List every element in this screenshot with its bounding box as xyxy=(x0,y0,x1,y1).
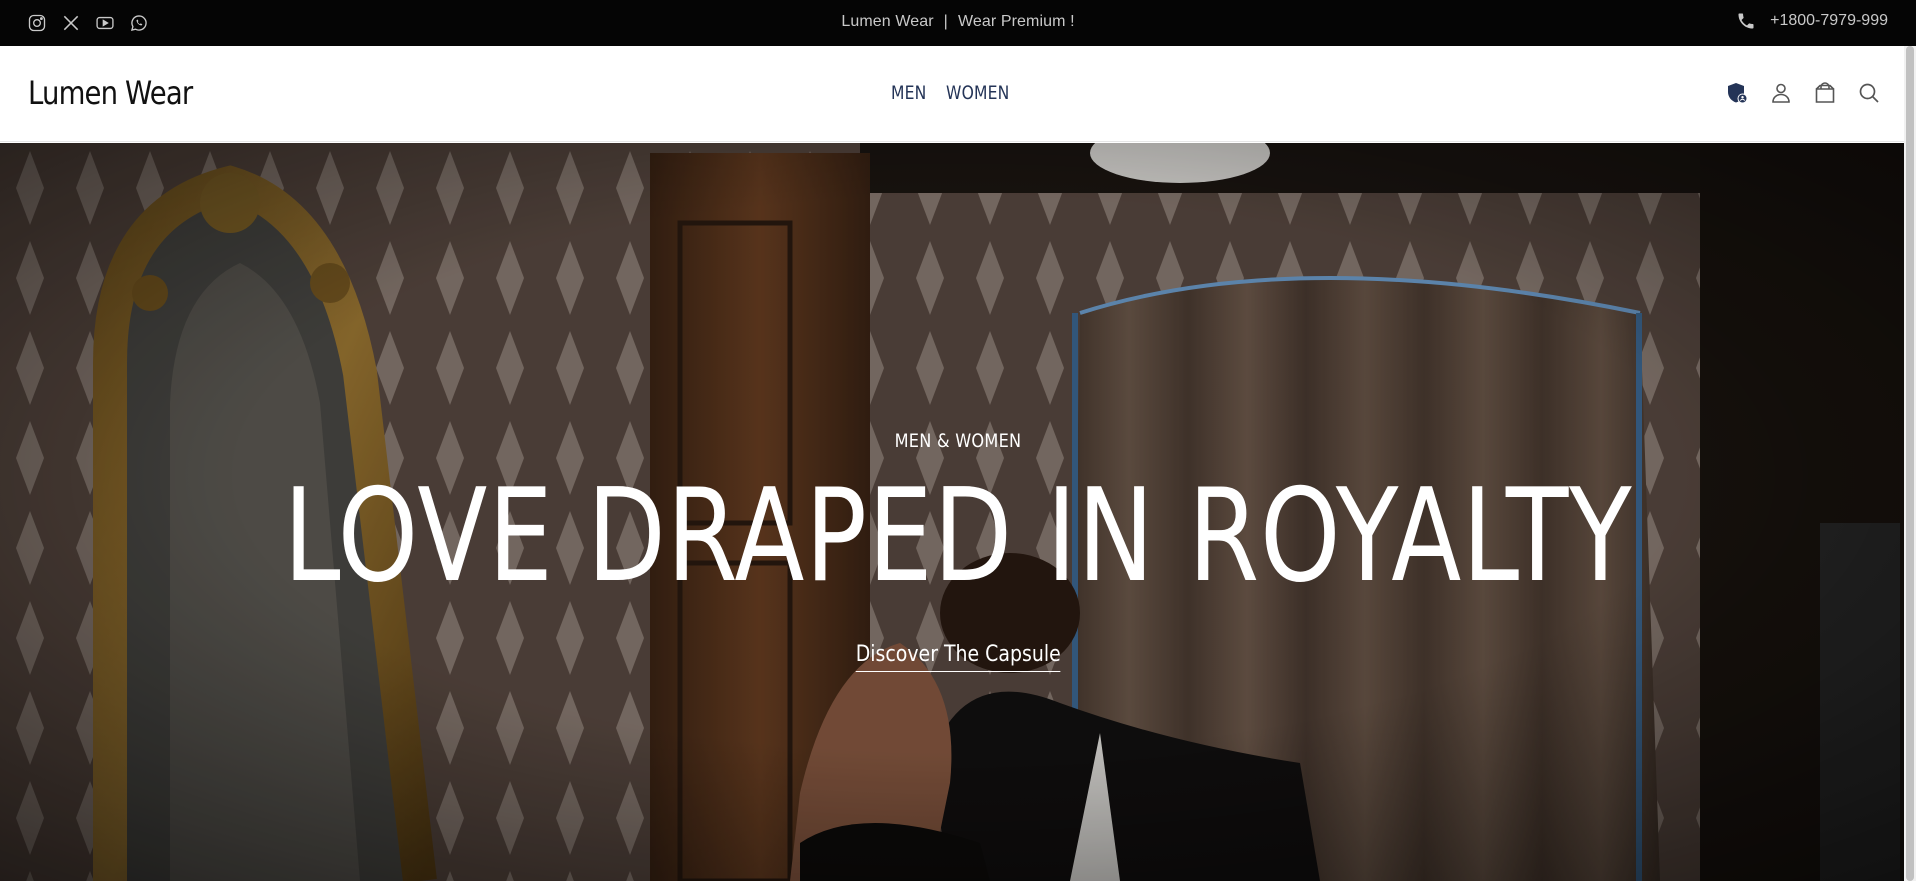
main-nav: MEN WOMEN xyxy=(891,82,1024,104)
announcement-bar: Lumen Wear | Wear Premium ! +1800-7979-999 xyxy=(0,0,1916,46)
scrollbar-thumb[interactable] xyxy=(1906,46,1914,881)
discover-capsule-link[interactable]: Discover The Capsule xyxy=(855,642,1061,672)
phone-icon xyxy=(1738,13,1754,29)
shield-account-icon[interactable] xyxy=(1724,80,1750,106)
bag-icon[interactable] xyxy=(1812,80,1838,106)
hero-banner: MEN & WOMEN LOVE DRAPED IN ROYALTY Disco… xyxy=(0,143,1916,881)
announcement-brand: Lumen Wear xyxy=(841,13,934,30)
user-icon[interactable] xyxy=(1768,80,1794,106)
hero-eyebrow: MEN & WOMEN xyxy=(894,430,1022,452)
phone-number[interactable]: +1800-7979-999 xyxy=(1770,12,1888,30)
header-actions xyxy=(1724,80,1882,106)
announcement-tagline: Wear Premium ! xyxy=(957,13,1075,30)
announcement-separator: | xyxy=(943,13,948,30)
site-header: Lumen Wear MEN WOMEN xyxy=(0,46,1916,142)
announcement-text: Lumen Wear | Wear Premium ! xyxy=(0,13,1916,31)
nav-item-women[interactable]: WOMEN xyxy=(946,82,1009,104)
page-scrollbar[interactable] xyxy=(1904,46,1916,881)
hero-headline: LOVE DRAPED IN ROYALTY xyxy=(283,462,1633,611)
search-icon[interactable] xyxy=(1856,80,1882,106)
hero-cta-wrapper: Discover The Capsule xyxy=(0,642,1916,672)
phone-contact[interactable]: +1800-7979-999 xyxy=(1736,11,1888,31)
nav-item-men[interactable]: MEN xyxy=(891,82,926,104)
site-logo[interactable]: Lumen Wear xyxy=(28,74,193,112)
